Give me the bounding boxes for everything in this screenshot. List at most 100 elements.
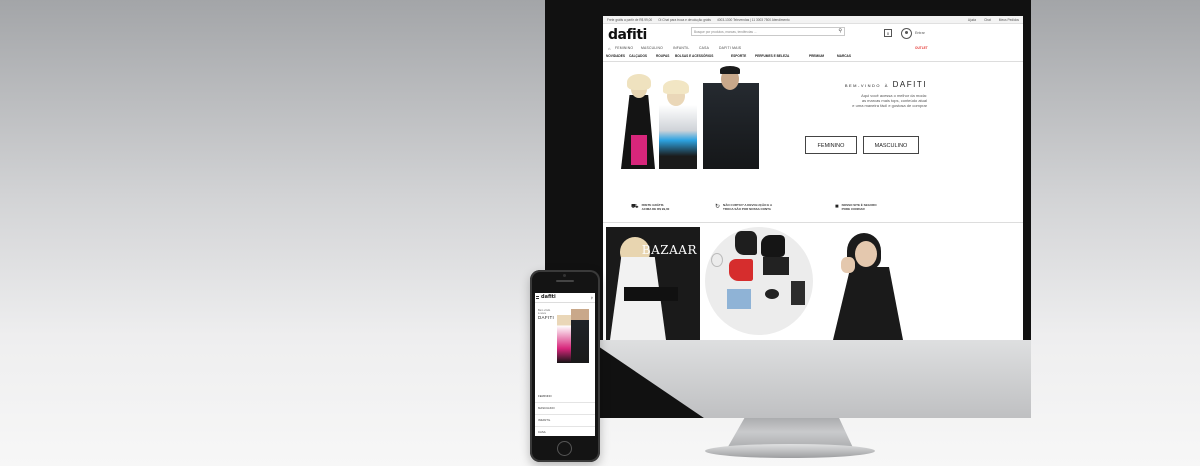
nav-marcas[interactable]: MARCAS — [837, 54, 851, 58]
hero-sub-line3: e uma maneira fácil e gostosa de comprar — [852, 103, 927, 108]
model-pink-skirt — [631, 135, 647, 165]
nav-casa[interactable]: CASA — [699, 46, 709, 50]
chat-link[interactable]: Chat — [984, 18, 991, 22]
hero-subtitle: Aqui você acessa o melhor da moda: as ma… — [795, 93, 927, 108]
feminino-button[interactable]: FEMININO — [805, 136, 857, 154]
nav-bolsas-acessorios[interactable]: BOLSAS E ACESSÓRIOS — [675, 54, 713, 58]
nav-premium[interactable]: PREMIUM — [809, 54, 824, 58]
products-circle — [705, 227, 813, 335]
model-hand — [841, 257, 855, 273]
help-link[interactable]: Ajuda — [968, 18, 976, 22]
nav-outlet[interactable]: OUTLET — [915, 46, 928, 50]
primary-nav: ⌂ FEMININO MASCULINO INFANTIL CASA DAFIT… — [603, 44, 1023, 52]
top-utility-bar: Frete grátis a partir de R$ 99,00 Oi Cha… — [603, 16, 1023, 24]
model-face — [855, 241, 877, 267]
site-header: dafiti Busque por produtos, marcas, tend… — [603, 24, 1023, 44]
tile-products[interactable] — [705, 227, 813, 340]
benefit-secure: ■ NOSSO SITE É SEGURO PODE CONFIAR — [835, 203, 877, 212]
hero-title-prefix: BEM-VINDO — [844, 83, 882, 88]
search-icon[interactable]: ⚲ — [838, 28, 842, 35]
dafiti-logo[interactable]: dafiti — [608, 27, 647, 43]
user-icon[interactable] — [901, 28, 912, 39]
nav-dafiti-mais[interactable]: DAFITI MAIS — [719, 46, 741, 50]
promo-tiles: BAZAAR — [603, 227, 1023, 340]
nav-feminino[interactable]: FEMININO — [615, 46, 633, 50]
mobile-menu-feminino[interactable]: FEMININO — [535, 391, 595, 403]
nav-roupas[interactable]: ROUPAS — [656, 54, 669, 58]
benefit-returns: ↻ NÃO CURTIU? A DEVOLUÇÃO E A TROCA SÃO … — [715, 203, 772, 212]
phone-camera — [563, 274, 566, 277]
product-denim-shirt — [727, 289, 751, 309]
phone-speaker — [556, 280, 574, 282]
shopping-bag-icon[interactable]: 0 — [884, 29, 892, 37]
cart-count: 0 — [886, 31, 890, 36]
hero-title-brand: DAFITI — [892, 80, 927, 89]
nav-novidades[interactable]: NOVIDADES — [606, 54, 625, 58]
phone-numbers: 4003-1300 Televendas | 11 3003 7500 Aten… — [717, 17, 790, 22]
search-input[interactable]: Busque por produtos, marcas, tendências … — [691, 27, 845, 36]
product-sunglasses — [765, 289, 779, 299]
mobile-search-icon[interactable]: ⚲ — [591, 296, 593, 300]
my-orders-link[interactable]: Meus Pedidos — [999, 18, 1019, 22]
chat-exchange-note: Oi Chat para troca e devolução grátis — [658, 17, 711, 22]
benefit-shipping-line2: ACIMA DE R$ 99,00 — [641, 206, 670, 211]
desktop-monitor: Frete grátis a partir de R$ 99,00 Oi Cha… — [545, 0, 1031, 466]
hero-models-image — [617, 66, 767, 169]
nav-esporte[interactable]: ESPORTE — [731, 54, 746, 58]
secondary-nav: NOVIDADES CALÇADOS ROUPAS BOLSAS E ACESS… — [603, 46, 1023, 62]
benefits-divider — [603, 222, 1023, 223]
hero-banner: BEM-VINDO À DAFITI Aqui você acessa o me… — [603, 62, 1023, 171]
search-placeholder: Busque por produtos, marcas, tendências … — [694, 29, 757, 34]
mobile-screen: dafiti ⚲ Bem vindo à nova DAFITI FEMININ… — [535, 293, 595, 436]
model-leather-jacket — [833, 267, 903, 340]
nav-calcados[interactable]: CALÇADOS — [629, 54, 647, 58]
exchange-icon: ↻ — [715, 204, 721, 210]
monitor-stand-base — [705, 444, 875, 458]
model-hair-center — [663, 80, 689, 94]
benefit-secure-line2: PODE CONFIAR — [841, 206, 865, 211]
mobile-header: dafiti ⚲ — [535, 293, 595, 303]
product-black-item — [791, 281, 805, 305]
model-hair-right — [720, 66, 740, 74]
phone-home-button[interactable] — [557, 441, 572, 456]
mobile-hero-brand: DAFITI — [538, 315, 555, 320]
free-shipping-note: Frete grátis a partir de R$ 99,00 — [607, 17, 653, 22]
bazaar-logo: BAZAAR — [641, 243, 697, 257]
tile-bazaar[interactable]: BAZAAR — [606, 227, 700, 340]
mobile-hero-text: Bem vindo à nova DAFITI — [538, 309, 555, 320]
product-black-bag — [761, 235, 785, 257]
tile-model[interactable] — [813, 227, 931, 340]
model-man-right — [703, 83, 759, 169]
mobile-menu-infantil[interactable]: INFANTIL — [535, 415, 595, 427]
desktop-screen: Frete grátis a partir de R$ 99,00 Oi Cha… — [603, 16, 1023, 340]
benefits-bar: ⛟ FRETE GRÁTIS ACIMA DE R$ 99,00 ↻ NÃO C… — [603, 197, 1023, 223]
hero-title-a: À — [884, 83, 889, 88]
nav-masculino[interactable]: MASCULINO — [641, 46, 663, 50]
product-black-boot — [735, 231, 757, 255]
bazaar-model-pants — [624, 287, 678, 301]
mobile-model-man — [571, 309, 589, 363]
mobile-phone: dafiti ⚲ Bem vindo à nova DAFITI FEMININ… — [530, 270, 600, 466]
mobile-hero: Bem vindo à nova DAFITI — [535, 303, 595, 363]
mobile-menu-masculino[interactable]: MASCULINO — [535, 403, 595, 415]
nav-perfumes-beleza[interactable]: PERFUMES E BELEZA — [755, 54, 789, 58]
hero-title: BEM-VINDO À DAFITI — [795, 80, 927, 89]
mobile-dafiti-logo[interactable]: dafiti — [541, 294, 556, 300]
benefit-returns-line2: TROCA SÃO POR NOSSA CONTA — [723, 206, 771, 211]
masculino-button[interactable]: MASCULINO — [863, 136, 919, 154]
menu-icon[interactable] — [536, 296, 539, 299]
hero-welcome: BEM-VINDO À DAFITI Aqui você acessa o me… — [795, 80, 927, 108]
mobile-menu-casa[interactable]: CASA — [535, 427, 595, 436]
model-woman-center — [659, 105, 697, 169]
mobile-menu: FEMININO MASCULINO INFANTIL CASA — [535, 391, 595, 436]
nav-infantil[interactable]: INFANTIL — [673, 46, 689, 50]
product-watch — [711, 253, 723, 267]
home-icon[interactable]: ⌂ — [608, 46, 611, 51]
product-red-shoes — [729, 259, 753, 281]
truck-icon: ⛟ — [631, 204, 639, 210]
model-hair-left — [627, 74, 651, 90]
benefit-free-shipping: ⛟ FRETE GRÁTIS ACIMA DE R$ 99,00 — [631, 203, 670, 212]
login-link[interactable]: Entrar — [915, 31, 925, 35]
product-black-shorts — [763, 257, 789, 275]
lock-icon: ■ — [835, 204, 839, 210]
